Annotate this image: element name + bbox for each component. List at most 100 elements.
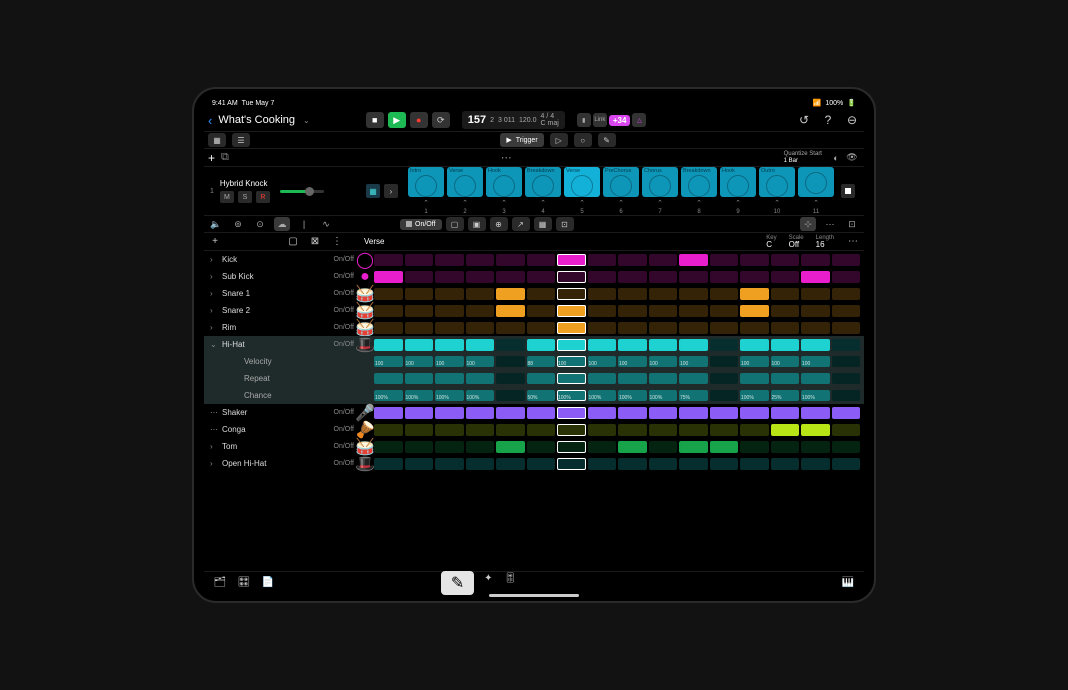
help-button[interactable]: ? [820, 112, 836, 128]
step[interactable] [679, 254, 708, 266]
step[interactable] [405, 441, 434, 453]
substep[interactable]: 100% [740, 390, 769, 401]
step[interactable] [618, 254, 647, 266]
step[interactable] [801, 254, 830, 266]
step-onoff-button[interactable]: On/Off [400, 219, 442, 230]
step[interactable] [710, 458, 739, 470]
stop-button[interactable]: ■ [366, 112, 384, 128]
scene-arrow-icon[interactable]: ⌃ [774, 199, 780, 207]
step[interactable] [679, 271, 708, 283]
step[interactable] [710, 339, 739, 351]
step[interactable] [527, 288, 556, 300]
gt-btn-3[interactable]: ⊕ [490, 217, 508, 231]
lane-name-label[interactable]: Open Hi-Hat [222, 459, 330, 468]
step[interactable] [435, 254, 464, 266]
region-more-button[interactable]: ⋯ [846, 235, 860, 249]
step[interactable] [618, 339, 647, 351]
lane-disclose-button[interactable]: › [210, 255, 218, 264]
wand-tool-button[interactable]: ✦ [480, 571, 496, 587]
step[interactable] [771, 271, 800, 283]
step[interactable] [405, 288, 434, 300]
scene-cell-6[interactable]: PreChorus [603, 167, 639, 197]
scene-arrow-icon[interactable]: ⌃ [657, 199, 663, 207]
step[interactable] [557, 407, 586, 419]
step[interactable] [466, 458, 495, 470]
step[interactable] [832, 458, 861, 470]
scene-arrow-icon[interactable]: ⌃ [696, 199, 702, 207]
fx2-button[interactable]: ⊙ [252, 217, 268, 231]
step[interactable] [466, 339, 495, 351]
substep[interactable]: 100% [435, 390, 464, 401]
step[interactable] [618, 441, 647, 453]
lane-name-label[interactable]: Shaker [222, 408, 330, 417]
step[interactable] [740, 441, 769, 453]
lane-name-label[interactable]: Conga [222, 425, 330, 434]
substep[interactable] [649, 373, 678, 384]
lane-kit-icon[interactable]: 🪘 [358, 423, 372, 437]
step[interactable] [496, 271, 525, 283]
track-icon[interactable]: ▦ [366, 184, 380, 198]
lane-disclose-button[interactable]: › [210, 272, 218, 281]
step[interactable] [496, 407, 525, 419]
substep[interactable]: 100 [618, 356, 647, 367]
scene-cell-8[interactable]: Breakdown [681, 167, 717, 197]
step[interactable] [740, 458, 769, 470]
scene-arrow-icon[interactable]: ⌃ [735, 199, 741, 207]
step[interactable] [374, 424, 403, 436]
record-button[interactable]: ● [410, 112, 428, 128]
step[interactable] [618, 271, 647, 283]
sampler-button[interactable]: 🎛 [236, 575, 252, 591]
gt-btn-4[interactable]: ↗ [512, 217, 530, 231]
step[interactable] [527, 305, 556, 317]
step[interactable] [710, 441, 739, 453]
step[interactable] [374, 254, 403, 266]
step[interactable] [801, 407, 830, 419]
lane-disclose-button[interactable]: › [210, 289, 218, 298]
region-name[interactable]: Verse [364, 237, 384, 246]
gt-btn-6[interactable]: ⊡ [556, 217, 574, 231]
lane-name-label[interactable]: Rim [222, 323, 330, 332]
step[interactable] [588, 288, 617, 300]
lane-disclose-button[interactable]: ⌄ [210, 340, 218, 349]
step[interactable] [588, 254, 617, 266]
step[interactable] [435, 322, 464, 334]
substep[interactable]: 100 [740, 356, 769, 367]
step[interactable] [771, 441, 800, 453]
step[interactable] [405, 305, 434, 317]
step[interactable] [710, 288, 739, 300]
lane-name-label[interactable]: Kick [222, 255, 330, 264]
step[interactable] [435, 339, 464, 351]
step[interactable] [466, 288, 495, 300]
step[interactable] [771, 305, 800, 317]
step[interactable] [527, 339, 556, 351]
substep[interactable] [496, 356, 525, 367]
substep[interactable] [710, 356, 739, 367]
browser-button[interactable]: 🗂 [212, 575, 228, 591]
quantize-start[interactable]: Quantize Start 1 Bar [784, 151, 822, 164]
step[interactable] [710, 271, 739, 283]
step[interactable] [649, 288, 678, 300]
step[interactable] [740, 424, 769, 436]
substep[interactable] [435, 373, 464, 384]
step[interactable] [527, 407, 556, 419]
volume-slider[interactable] [280, 190, 324, 193]
substep[interactable]: 100 [374, 356, 403, 367]
scene-cell-4[interactable]: Breakdown [525, 167, 561, 197]
step[interactable] [374, 441, 403, 453]
step[interactable] [374, 339, 403, 351]
step[interactable] [557, 458, 586, 470]
lane-kit-icon[interactable]: 🥁 [358, 440, 372, 454]
step[interactable] [618, 424, 647, 436]
substep[interactable] [679, 373, 708, 384]
grid-view-button[interactable]: ▦ [208, 133, 226, 147]
step[interactable] [557, 424, 586, 436]
pencil-tool-button[interactable]: ✎ [441, 571, 474, 595]
step[interactable] [405, 458, 434, 470]
keyboard-button[interactable]: 🎹 [840, 575, 856, 591]
step[interactable] [435, 458, 464, 470]
arm-button[interactable]: R [256, 191, 270, 203]
step[interactable] [801, 339, 830, 351]
scene-arrow-icon[interactable]: ⌃ [462, 199, 468, 207]
lane-kit-icon[interactable]: ◯ [358, 253, 372, 267]
step[interactable] [588, 407, 617, 419]
